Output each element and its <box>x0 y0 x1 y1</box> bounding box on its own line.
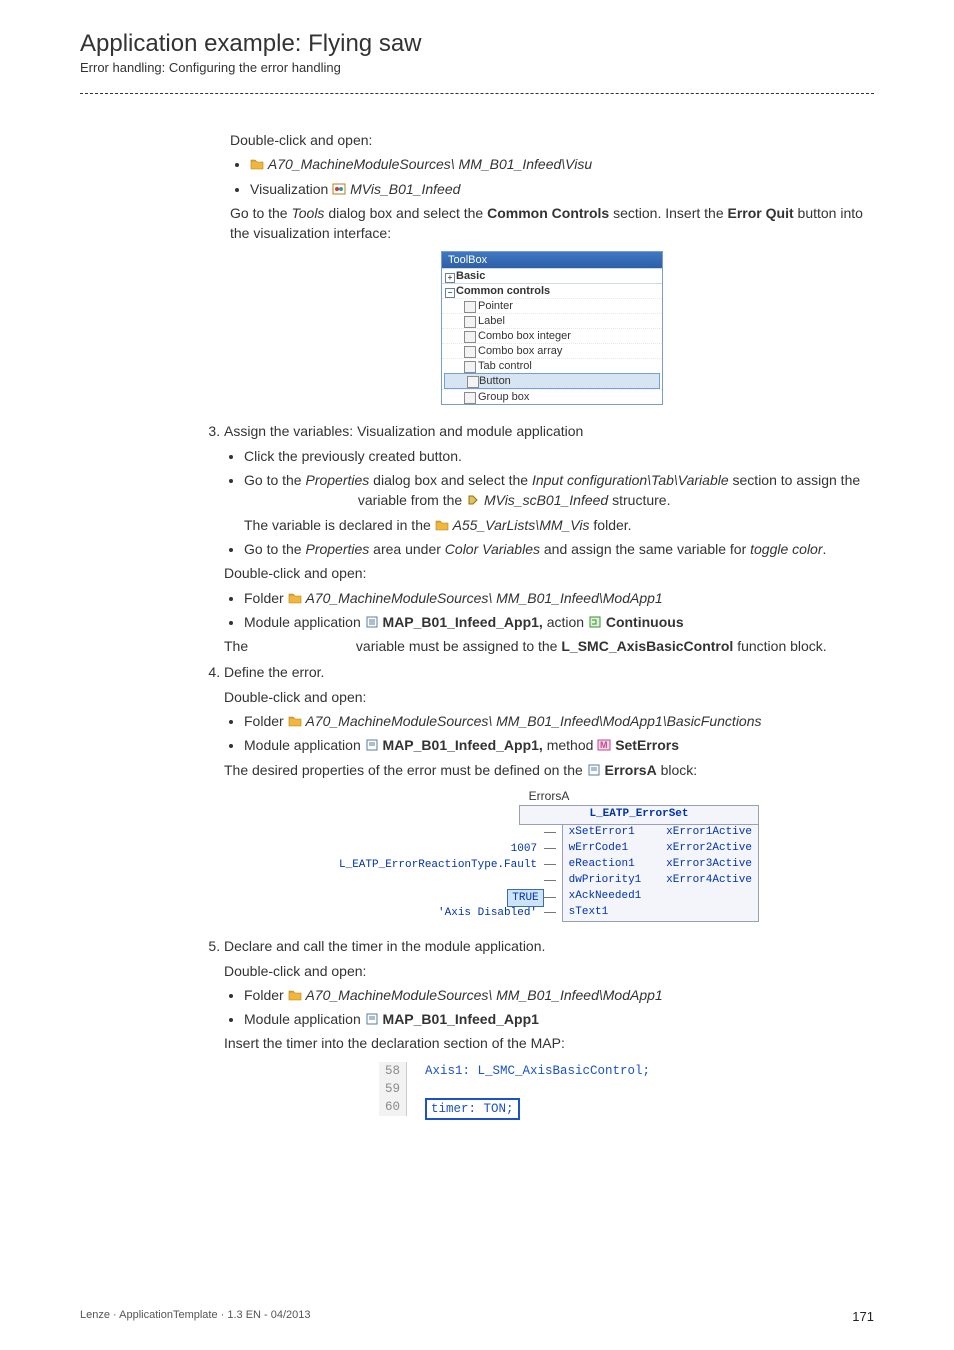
double-click-open-1: Double-click and open: <box>230 130 874 150</box>
code-ln-58: 58 <box>385 1062 400 1080</box>
double-click-open-4: Double-click and open: <box>224 961 874 981</box>
toolbox-item-pointer[interactable]: Pointer <box>442 298 662 313</box>
toolbox-item-tab[interactable]: Tab control <box>442 358 662 373</box>
footer-text: Lenze · ApplicationTemplate · 1.3 EN - 0… <box>80 1309 311 1324</box>
step3-module: Module application MAP_B01_Infeed_App1, … <box>244 612 874 632</box>
page-title: Application example: Flying saw <box>80 30 874 58</box>
document-icon <box>587 761 601 773</box>
toolbox-item-combo-array[interactable]: Combo box array <box>442 343 662 358</box>
folder-icon <box>288 712 302 724</box>
step-5: Declare and call the timer in the module… <box>224 936 874 1115</box>
folder-icon <box>288 589 302 601</box>
double-click-open-2: Double-click and open: <box>224 563 874 583</box>
document-icon <box>365 736 379 748</box>
step-3: Assign the variables: Visualization and … <box>224 421 874 656</box>
code-ln-60: 60 <box>385 1098 400 1116</box>
method-icon: M <box>597 736 611 748</box>
step-4: Define the error. Double-click and open:… <box>224 662 874 922</box>
code-line-59 <box>425 1080 650 1098</box>
errorsa-diagram: ErrorsA L_EATP_ErrorSet 1007 L_EATP_Erro… <box>339 788 759 922</box>
folder-icon <box>288 986 302 998</box>
step3-bullet-3: Go to the Properties area under Color Va… <box>244 539 874 559</box>
svg-text:M: M <box>600 740 608 750</box>
toolbox-item-button[interactable]: Button <box>444 373 660 389</box>
toolbox-item-label[interactable]: Label <box>442 313 662 328</box>
document-icon <box>365 1010 379 1022</box>
toolbox-section-common[interactable]: Common controls <box>442 283 662 298</box>
struct-icon <box>466 491 480 503</box>
code-ln-59: 59 <box>385 1080 400 1098</box>
open-item-folder-visu: A70_MachineModuleSources\ MM_B01_Infeed\… <box>250 154 874 174</box>
folder-icon <box>435 516 449 528</box>
tools-paragraph: Go to the Tools dialog box and select th… <box>230 203 874 244</box>
toolbox-header: ToolBox <box>442 252 662 268</box>
errorsa-subtitle: L_EATP_ErrorSet <box>519 805 759 825</box>
separator-line <box>80 93 874 94</box>
toolbox-panel: ToolBox Basic Common controls Pointer La… <box>441 251 663 405</box>
toolbox-item-groupbox[interactable]: Group box <box>442 389 662 404</box>
step3-folder: Folder A70_MachineModuleSources\ MM_B01_… <box>244 588 874 608</box>
step3-bullet-2: Go to the Properties dialog box and sele… <box>244 470 874 535</box>
open-item-visualization: Visualization MVis_B01_Infeed <box>250 179 874 199</box>
toolbox-section-basic[interactable]: Basic <box>442 268 662 283</box>
step5-insert: Insert the timer into the declaration se… <box>224 1033 874 1053</box>
step4-module: Module application MAP_B01_Infeed_App1, … <box>244 735 874 755</box>
step5-module: Module application MAP_B01_Infeed_App1 <box>244 1009 874 1029</box>
step3-assign: The variable must be assigned to the L_S… <box>224 636 874 656</box>
double-click-open-3: Double-click and open: <box>224 687 874 707</box>
folder-icon <box>250 155 264 167</box>
code-declaration: 58 59 60 Axis1: L_SMC_AxisBasicControl; … <box>379 1062 719 1116</box>
errorsa-title: ErrorsA <box>339 788 759 805</box>
page-subtitle: Error handling: Configuring the error ha… <box>80 60 874 75</box>
visualization-icon <box>332 180 346 192</box>
step4-folder: Folder A70_MachineModuleSources\ MM_B01_… <box>244 711 874 731</box>
step3-bullet-1: Click the previously created button. <box>244 446 874 466</box>
code-line-60: timer: TON; <box>425 1098 650 1116</box>
page-number: 171 <box>852 1309 874 1324</box>
toolbox-item-combo-int[interactable]: Combo box integer <box>442 328 662 343</box>
action-icon <box>588 613 602 625</box>
step5-folder: Folder A70_MachineModuleSources\ MM_B01_… <box>244 985 874 1005</box>
document-icon <box>365 613 379 625</box>
code-line-58: Axis1: L_SMC_AxisBasicControl; <box>425 1062 650 1080</box>
step4-props: The desired properties of the error must… <box>224 760 874 780</box>
